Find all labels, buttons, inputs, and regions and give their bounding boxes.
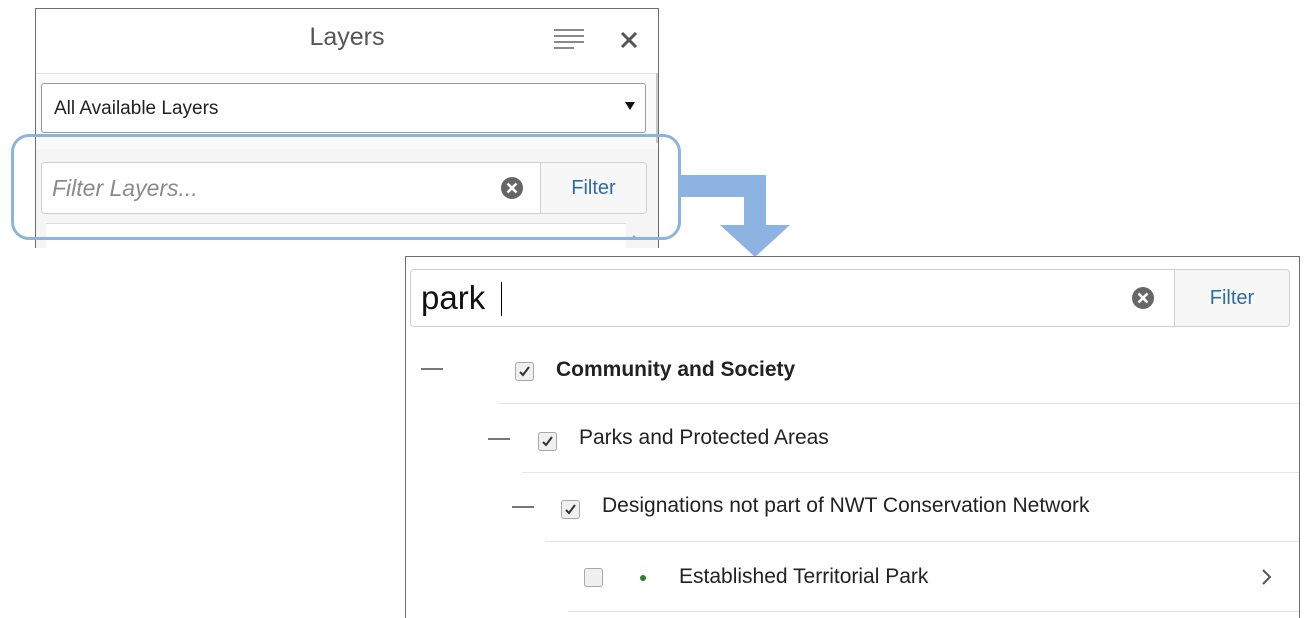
tree-row-label: Parks and Protected Areas (579, 426, 829, 449)
tree-row-label: Designations not part of NWT Conservatio… (602, 494, 1090, 517)
bent-arrow-icon (680, 175, 790, 257)
highlight-outline (11, 134, 681, 240)
text-cursor (501, 282, 502, 316)
tree-row-designations: Designations not part of NWT Conservatio… (512, 473, 1299, 542)
filter-input-group: Filter (410, 269, 1290, 327)
collapse-minus-icon[interactable] (512, 506, 534, 508)
layer-checkbox[interactable] (584, 568, 603, 587)
clear-circle-icon[interactable] (1131, 286, 1155, 310)
collapse-minus-icon[interactable] (421, 368, 443, 370)
tree-row-parks-and-protected-areas: Parks and Protected Areas (488, 404, 1299, 473)
layer-checkbox[interactable] (538, 432, 557, 451)
tree-row-label: Community and Society (556, 358, 796, 381)
dropdown-caret-icon (625, 102, 635, 110)
layer-checkbox[interactable] (561, 500, 580, 519)
layer-status-dot (640, 575, 646, 581)
screenshot-stage: Layers All Available Layers Filter Layer… (0, 0, 1308, 618)
tree-row-established-territorial-park[interactable]: Established Territorial Park (568, 542, 1299, 612)
tree-row-community-and-society: Community and Society (421, 337, 1299, 404)
close-icon[interactable] (616, 27, 642, 53)
scrollbar[interactable] (656, 73, 658, 143)
hamburger-menu-icon[interactable] (554, 29, 584, 51)
layers-panel-header: Layers (36, 9, 658, 74)
filtered-layers-panel: Filter Community and Society Parks and P… (405, 256, 1300, 618)
layer-checkbox[interactable] (515, 362, 534, 381)
filter-button[interactable]: Filter (1174, 270, 1289, 326)
tree-row-label: Established Territorial Park (679, 565, 929, 588)
layer-source-select[interactable]: All Available Layers (41, 83, 646, 133)
layer-source-selected-value: All Available Layers (54, 98, 219, 119)
chevron-right-icon[interactable] (1260, 568, 1274, 586)
filter-layers-input[interactable] (411, 270, 1171, 326)
collapse-minus-icon[interactable] (488, 438, 510, 440)
